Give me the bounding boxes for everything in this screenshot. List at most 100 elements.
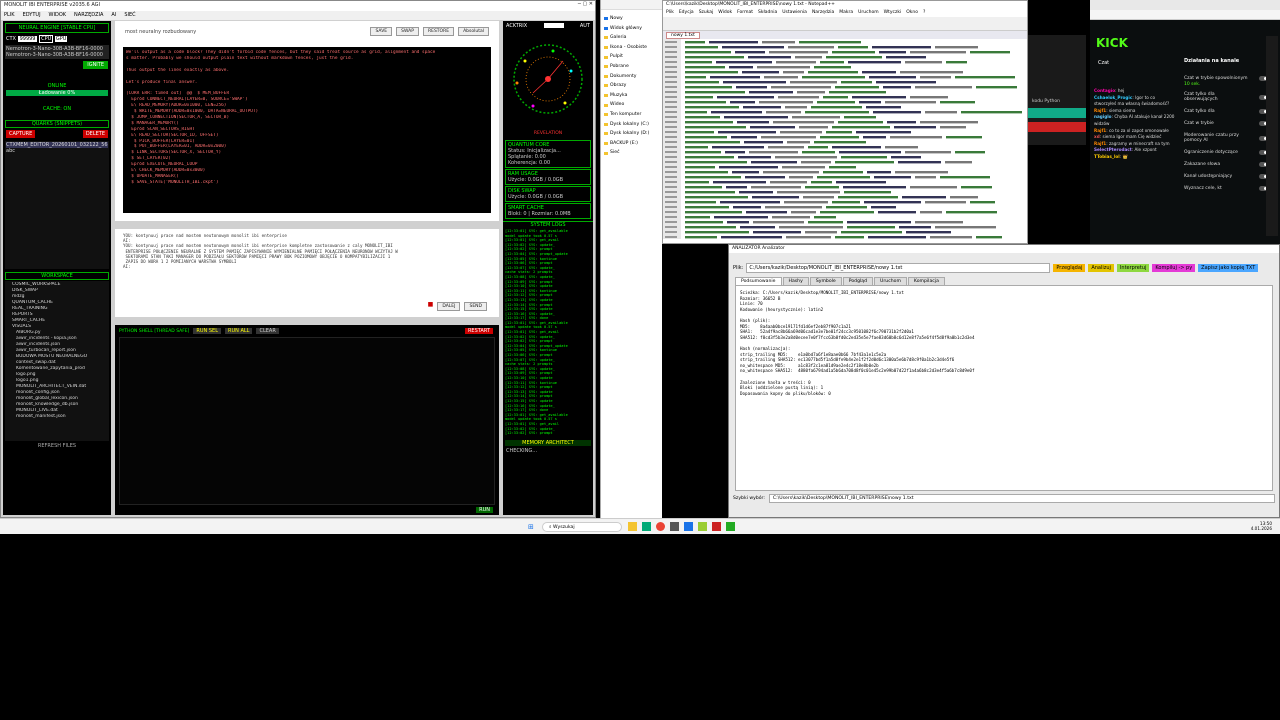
analyzer-tab[interactable]: Symbole — [809, 277, 842, 285]
npp-menu-item[interactable]: Składnia — [758, 10, 777, 16]
menu-item[interactable]: SIEĆ — [124, 12, 135, 19]
explorer-item[interactable]: Pulpit — [604, 52, 659, 62]
capture-button[interactable]: CAPTURE — [6, 130, 36, 138]
channel-setting[interactable]: Moderowanie czatu przy pomocy AI — [1184, 133, 1268, 143]
menu-item[interactable]: WIDOK — [49, 12, 66, 19]
chat-username[interactable]: Contagio — [1094, 88, 1115, 93]
explorer-item[interactable]: Muzyka — [604, 91, 659, 101]
channel-setting[interactable]: Czat w trybie — [1184, 121, 1268, 126]
npp-menu-item[interactable]: Format — [737, 10, 753, 16]
npp-editor[interactable] — [663, 39, 1027, 239]
run-sel-button[interactable]: RUN SEL — [193, 328, 221, 334]
channel-setting[interactable]: Zakazane słowa — [1184, 162, 1268, 167]
save-copy-button[interactable]: Zapisz jako kopię TXT — [1198, 264, 1259, 272]
channel-setting[interactable]: Czat tylko dla — [1184, 109, 1268, 114]
chat-username[interactable]: Rajf1 — [1094, 141, 1106, 146]
menu-item[interactable]: AI — [111, 12, 116, 19]
send-button[interactable]: SEND — [464, 301, 487, 311]
dalej-button[interactable]: DALEJ — [437, 301, 461, 311]
app-icon-red[interactable] — [712, 522, 721, 531]
explorer-item[interactable]: Dysk lokalny (D:) — [604, 129, 659, 139]
absolute-button[interactable]: Absolutal — [458, 27, 489, 36]
app-icon[interactable] — [670, 522, 679, 531]
taskbar-search[interactable]: ⌕ Wyszukaj — [542, 522, 622, 532]
explorer-item[interactable]: Widok główny — [604, 24, 659, 34]
explorer-item[interactable]: Obrazy — [604, 81, 659, 91]
restart-button[interactable]: RESTART — [464, 328, 493, 334]
explorer-item[interactable]: Ikona - Osobiste — [604, 43, 659, 53]
chrome-icon[interactable] — [656, 522, 665, 531]
npp-menu-item[interactable]: ? — [923, 10, 925, 16]
explorer-item[interactable]: Ten komputer — [604, 110, 659, 120]
npp-menu-item[interactable]: Makra — [839, 10, 853, 16]
gpu-toggle[interactable]: GPU — [54, 36, 68, 42]
stop-icon[interactable]: ■ — [428, 301, 434, 311]
notepadpp-icon[interactable] — [698, 522, 707, 531]
input-panel[interactable]: YOU: kontynuuj prace nad mostem neutonow… — [115, 229, 499, 317]
quick-select-input[interactable]: C:\Users\kazik\Desktop\MONOLIT_IBI_ENTER… — [768, 494, 1275, 503]
channel-setting[interactable]: Kanał udostępniający — [1184, 174, 1268, 179]
path-input[interactable]: C:/Users/kazik/Desktop/MONOLIT_IBI_ENTER… — [746, 263, 1051, 273]
explorer-item[interactable]: BACKUP (E:) — [604, 139, 659, 149]
tree-item[interactable]: monolit_manifest.json — [8, 414, 106, 420]
npp-tab[interactable]: nowy 1.txt — [666, 32, 700, 39]
chat-username[interactable]: Rajf1 — [1094, 128, 1106, 133]
analyzer-tab[interactable]: Hashy — [782, 277, 809, 285]
analyzer-tab[interactable]: Podsumowanie — [735, 277, 782, 285]
run-all-button[interactable]: RUN ALL — [225, 328, 253, 334]
run-button[interactable]: RUN — [476, 507, 493, 513]
file-explorer-icon[interactable] — [628, 522, 637, 531]
npp-menu-item[interactable]: Ustawienia — [782, 10, 807, 16]
swap-button[interactable]: SWAP — [396, 27, 419, 36]
explorer-item[interactable]: Dysk lokalny (C:) — [604, 120, 659, 130]
channel-setting[interactable]: Czat tylko dla obserwujących — [1184, 92, 1268, 102]
npp-menu-item[interactable]: Wtyczki — [884, 10, 902, 16]
chat-username[interactable]: TTobias_lol — [1094, 154, 1120, 159]
refresh-files-button[interactable]: REFRESH FILES — [3, 443, 111, 449]
model-item[interactable]: Nemotron-3-Nano-30B-A3B-BF16-0000 — [6, 52, 108, 58]
save-button[interactable]: SAVE — [370, 27, 393, 36]
analyze-button[interactable]: Analizuj — [1088, 264, 1114, 272]
cpu-toggle[interactable]: CPU — [39, 35, 54, 43]
ignite-button[interactable]: IGNITE — [83, 61, 108, 69]
menu-item[interactable]: EDYTUJ — [23, 12, 41, 19]
edge-icon[interactable] — [642, 522, 651, 531]
npp-menu-item[interactable]: Okno — [906, 10, 918, 16]
ctx-input[interactable]: 99999 — [17, 36, 38, 42]
explorer-item[interactable]: Galeria — [604, 33, 659, 43]
analyzer-tab[interactable]: Kompilacja — [907, 277, 945, 285]
snippet-item[interactable]: CTXMEM_EDITOR_20260101_032122_566 — [6, 142, 108, 148]
shell-editor[interactable] — [119, 337, 495, 505]
window-controls[interactable]: ─ ▢ ✕ — [578, 1, 593, 7]
npp-menu-item[interactable]: Narzędzia — [812, 10, 834, 16]
interpret-button[interactable]: Interpretuj — [1116, 264, 1150, 272]
browse-button[interactable]: Przeglądaj — [1053, 264, 1086, 272]
channel-setting[interactable]: Wyznacz cele, kt — [1184, 186, 1268, 191]
explorer-item[interactable]: Pobrane — [604, 62, 659, 72]
channel-setting[interactable]: Czat w trybie spowolnionym — [1184, 76, 1268, 81]
auto-toggle[interactable]: AUT — [580, 23, 590, 29]
model-list[interactable]: Nemotron-3-Nano-30B-A3B-BF16-0000 Nemotr… — [5, 45, 109, 59]
chat-username[interactable]: Cshaelok_Progic — [1094, 95, 1132, 100]
monitor-select[interactable] — [543, 23, 564, 28]
chat-username[interactable]: SelectPterodact — [1094, 147, 1132, 152]
npp-menu-item[interactable]: Uruchom — [858, 10, 878, 16]
app-icon-green[interactable] — [726, 522, 735, 531]
explorer-item[interactable]: Wideo — [604, 100, 659, 110]
chat-username[interactable]: Rajf1 — [1094, 108, 1106, 113]
compile-button[interactable]: Kompiluj -> py — [1152, 264, 1196, 272]
npp-menu-item[interactable]: Plik — [666, 10, 674, 16]
chat-username[interactable]: nagiglo — [1094, 114, 1112, 119]
clear-button[interactable]: CLEAR — [256, 328, 279, 334]
windows-start-icon[interactable]: ⊞ — [528, 523, 534, 531]
channel-setting[interactable]: Ograniczenie dotyczące — [1184, 150, 1268, 155]
explorer-item[interactable]: Nowy — [604, 14, 659, 24]
restore-button[interactable]: RESTORE — [422, 27, 455, 36]
npp-menu-item[interactable]: Widok — [718, 10, 732, 16]
npp-menu-item[interactable]: Szukaj — [699, 10, 714, 16]
menu-item[interactable]: PLIK — [4, 12, 15, 19]
explorer-item[interactable]: Sieć — [604, 148, 659, 158]
analyzer-tab[interactable]: Uruchom — [874, 277, 907, 285]
snippet-list[interactable]: CTXMEM_EDITOR_20260101_032122_566 abc — [5, 141, 109, 269]
menu-item[interactable]: NARZĘDZIA — [74, 12, 103, 19]
